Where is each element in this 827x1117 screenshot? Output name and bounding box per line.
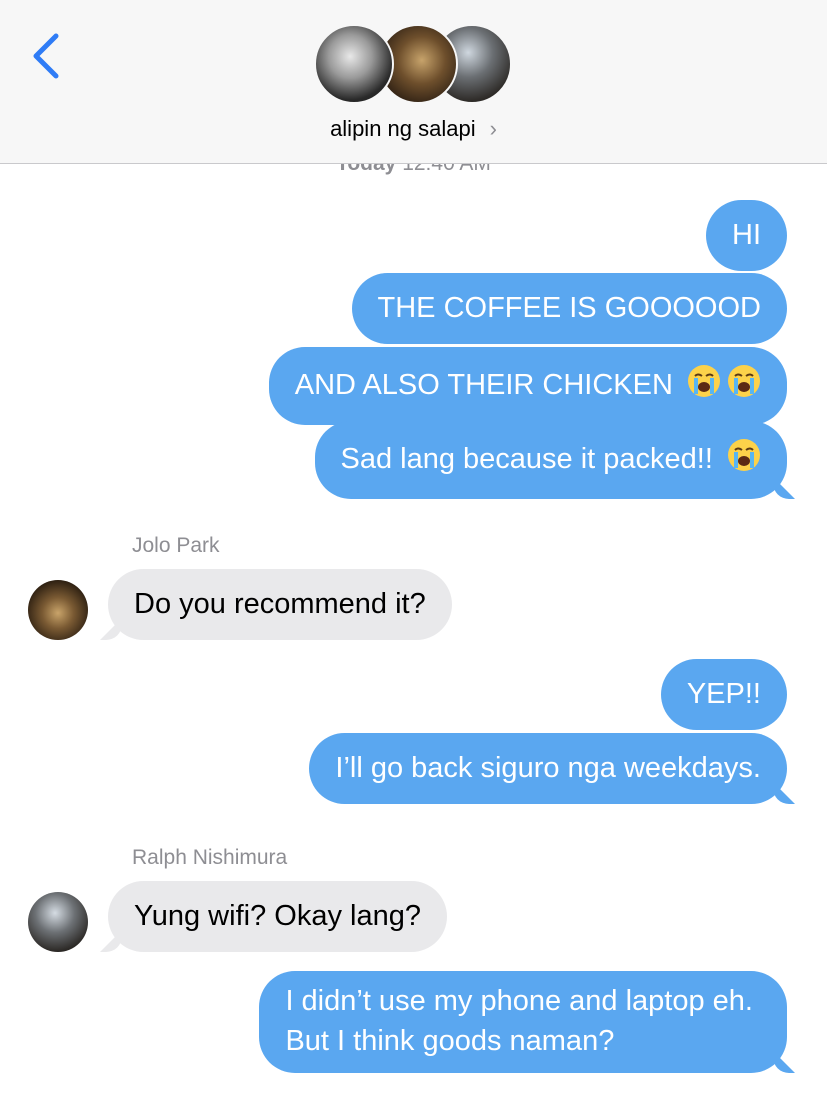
loudly-crying-face-icon	[687, 364, 721, 408]
chevron-right-icon: ›	[489, 116, 497, 141]
outgoing-message[interactable]: Sad lang because it packed!!	[314, 421, 787, 499]
back-chevron-icon[interactable]	[26, 30, 66, 82]
outgoing-message[interactable]: HI	[706, 200, 787, 271]
outgoing-message[interactable]: THE COFFEE IS GOOOOOD	[351, 273, 787, 344]
message-text-line: I didn’t use my phone and laptop eh.	[285, 985, 753, 1017]
outgoing-message[interactable]: I’ll go back siguro nga weekdays.	[309, 733, 787, 804]
message-text: I’ll go back siguro nga weekdays.	[335, 752, 761, 784]
incoming-message[interactable]: Yung wifi? Okay lang?	[108, 881, 447, 952]
message-text: Sad lang because it packed!!	[340, 443, 713, 475]
message-text: THE COFFEE IS GOOOOOD	[377, 292, 761, 324]
group-name-button[interactable]: alipin ng salapi ›	[0, 116, 827, 142]
message-text-line: But I think goods naman?	[285, 1025, 615, 1057]
member-avatar	[314, 24, 394, 104]
incoming-message[interactable]: Do you recommend it?	[108, 569, 452, 640]
message-text: HI	[732, 219, 761, 251]
outgoing-message[interactable]: AND ALSO THEIR CHICKEN	[268, 347, 787, 425]
group-name-label: alipin ng salapi	[330, 116, 476, 141]
message-text: AND ALSO THEIR CHICKEN	[294, 369, 673, 401]
sender-name: Ralph Nishimura	[132, 846, 288, 869]
conversation-header: alipin ng salapi ›	[0, 0, 827, 164]
outgoing-message[interactable]: YEP!!	[660, 659, 787, 730]
sender-name: Jolo Park	[132, 534, 220, 557]
message-text: Do you recommend it?	[134, 588, 426, 620]
loudly-crying-face-icon	[727, 364, 761, 408]
sender-avatar[interactable]	[28, 580, 88, 640]
sender-avatar[interactable]	[28, 892, 88, 952]
group-avatars[interactable]	[314, 24, 514, 106]
message-text: Yung wifi? Okay lang?	[134, 900, 421, 932]
loudly-crying-face-icon	[727, 438, 761, 482]
message-text: YEP!!	[686, 678, 761, 710]
outgoing-message[interactable]: I didn’t use my phone and laptop eh. But…	[259, 971, 787, 1073]
